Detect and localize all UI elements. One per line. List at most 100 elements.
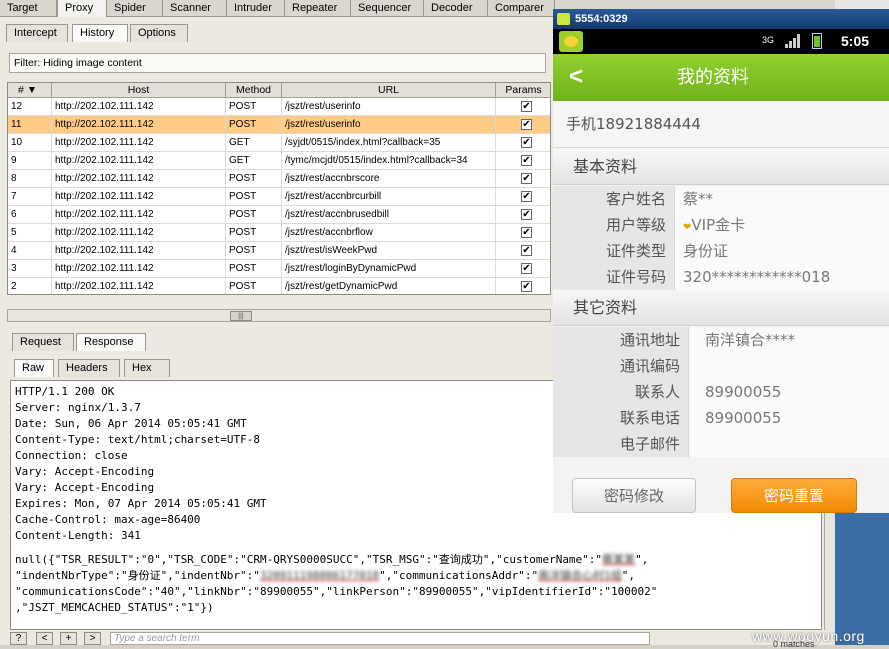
field-label: 客户姓名: [553, 186, 675, 212]
params-checkbox[interactable]: ✔: [521, 191, 532, 202]
field-value: 身份证: [675, 238, 889, 264]
params-checkbox[interactable]: ✔: [521, 245, 532, 256]
form-row: 联系人 89900055: [553, 379, 889, 405]
json-body-line-3: "communicationsCode":"40","linkNbr":"899…: [15, 585, 658, 598]
tab-hex[interactable]: Hex: [124, 359, 170, 377]
next-button[interactable]: >: [84, 632, 101, 645]
tab-spider[interactable]: Spider: [107, 0, 163, 17]
app-notification-icon: [559, 31, 583, 52]
params-checkbox[interactable]: ✔: [521, 227, 532, 238]
tab-intercept[interactable]: Intercept: [6, 24, 68, 42]
cell-method: POST: [226, 260, 282, 278]
clock: 5:05: [841, 33, 870, 49]
cell-number: 11: [8, 116, 52, 134]
col-number-header[interactable]: # ▼: [8, 83, 52, 98]
android-icon: [557, 13, 570, 25]
cell-number: 9: [8, 152, 52, 170]
col-url-header[interactable]: URL: [282, 83, 496, 98]
tab-request[interactable]: Request: [12, 333, 74, 351]
form-row: 联系电话 89900055: [553, 405, 889, 431]
cell-url: /jszt/rest/isWeekPwd: [282, 242, 496, 260]
scroll-thumb[interactable]: |||: [230, 311, 252, 321]
field-value: 南洋镇合****: [689, 327, 889, 353]
form-row: 通讯编码: [553, 353, 889, 379]
response-line: Content-Length: 341: [15, 529, 141, 542]
table-horizontal-scrollbar[interactable]: |||: [7, 309, 551, 322]
tab-raw[interactable]: Raw: [14, 359, 54, 377]
cell-host: http://202.102.111.142: [52, 242, 226, 260]
col-params-header[interactable]: Params: [496, 83, 550, 98]
table-row[interactable]: 8 http://202.102.111.142 POST/jszt/rest/ac…: [8, 170, 550, 188]
params-checkbox[interactable]: ✔: [521, 137, 532, 148]
phone-number: 手机18921884444: [553, 101, 889, 148]
tab-repeater[interactable]: Repeater: [285, 0, 351, 17]
tab-headers[interactable]: Headers: [58, 359, 120, 377]
field-value: [689, 353, 889, 379]
params-checkbox[interactable]: ✔: [521, 263, 532, 274]
previous-button[interactable]: <: [36, 632, 53, 645]
add-button[interactable]: +: [60, 632, 77, 645]
table-row[interactable]: 12 http://202.102.111.142 POST/jszt/rest/u…: [8, 98, 550, 116]
reset-password-button[interactable]: 密码重置: [731, 478, 857, 513]
table-row[interactable]: 10 http://202.102.111.142 GET/syjdt/0515/i…: [8, 134, 550, 152]
field-label: 电子邮件: [553, 431, 689, 457]
search-input[interactable]: Type a search term: [110, 632, 650, 645]
help-button[interactable]: ?: [10, 632, 27, 645]
cell-url: /jszt/rest/accnbrusedbill: [282, 206, 496, 224]
params-checkbox[interactable]: ✔: [521, 209, 532, 220]
cell-url: /jszt/rest/accnbrflow: [282, 224, 496, 242]
tab-intruder[interactable]: Intruder: [227, 0, 285, 17]
sort-desc-icon: ▼: [26, 84, 38, 96]
cell-number: 7: [8, 188, 52, 206]
cell-url: /jszt/rest/accnbrcurbill: [282, 188, 496, 206]
cell-method: GET: [226, 134, 282, 152]
form-row: 通讯地址 南洋镇合****: [553, 327, 889, 353]
change-password-button[interactable]: 密码修改: [572, 478, 696, 513]
network-type-icon: 3G: [762, 35, 775, 45]
table-row[interactable]: 5 http://202.102.111.142 POST/jszt/rest/ac…: [8, 224, 550, 242]
table-row[interactable]: 6 http://202.102.111.142 POST/jszt/rest/ac…: [8, 206, 550, 224]
cell-number: 6: [8, 206, 52, 224]
cell-method: POST: [226, 170, 282, 188]
tab-decoder[interactable]: Decoder: [424, 0, 488, 17]
tab-response[interactable]: Response: [76, 333, 146, 351]
params-checkbox[interactable]: ✔: [521, 119, 532, 130]
tab-target[interactable]: Target: [0, 0, 57, 17]
field-label: 通讯编码: [553, 353, 689, 379]
tab-scanner[interactable]: Scanner: [163, 0, 227, 17]
page-title: 我的资料: [677, 67, 749, 88]
cell-number: 3: [8, 260, 52, 278]
cell-url: /jszt/rest/userinfo: [282, 116, 496, 134]
field-label: 证件号码: [553, 264, 675, 290]
section-basic-info: 基本资料: [553, 149, 889, 185]
tab-proxy-options[interactable]: Options: [130, 24, 188, 42]
section-other-info: 其它资料: [553, 290, 889, 326]
col-host-header[interactable]: Host: [52, 83, 226, 98]
table-row[interactable]: 7 http://202.102.111.142 POST/jszt/rest/ac…: [8, 188, 550, 206]
table-row[interactable]: 9 http://202.102.111.142 GET/tymc/mcjdt/05…: [8, 152, 550, 170]
table-row[interactable]: 11 http://202.102.111.142 POST/jszt/rest/u…: [8, 116, 550, 134]
json-body-line-4: ,"JSZT_MEMCACHED_STATUS":"1"}): [15, 601, 214, 614]
table-row[interactable]: 2 http://202.102.111.142 POST/jszt/rest/ge…: [8, 278, 550, 294]
tab-sequencer[interactable]: Sequencer: [351, 0, 424, 17]
params-checkbox[interactable]: ✔: [521, 281, 532, 292]
col-method-header[interactable]: Method: [226, 83, 282, 98]
blurred-customer-name: 蔡某某: [602, 553, 636, 566]
table-row[interactable]: 4 http://202.102.111.142 POST/jszt/rest/is…: [8, 242, 550, 260]
params-checkbox[interactable]: ✔: [521, 155, 532, 166]
tab-comparer[interactable]: Comparer: [488, 0, 555, 17]
filter-bar[interactable]: Filter: Hiding image content: [9, 53, 546, 73]
tab-proxy[interactable]: Proxy: [57, 0, 107, 17]
cell-url: /jszt/rest/getDynamicPwd: [282, 278, 496, 294]
params-checkbox[interactable]: ✔: [521, 173, 532, 184]
app-header: < 我的资料: [553, 54, 889, 101]
tab-history[interactable]: History: [72, 24, 128, 42]
cell-url: /tymc/mcjdt/0515/index.html?callback=34: [282, 152, 496, 170]
table-row[interactable]: 3 http://202.102.111.142 POST/jszt/rest/lo…: [8, 260, 550, 278]
field-value: ❤VIP金卡: [675, 212, 889, 238]
params-checkbox[interactable]: ✔: [521, 101, 532, 112]
blurred-id-number: 320911198006177018: [259, 569, 380, 582]
form-row: 证件号码 320************018: [553, 264, 889, 290]
response-line: Cache-Control: max-age=86400: [15, 513, 201, 526]
form-row: 证件类型 身份证: [553, 238, 889, 264]
